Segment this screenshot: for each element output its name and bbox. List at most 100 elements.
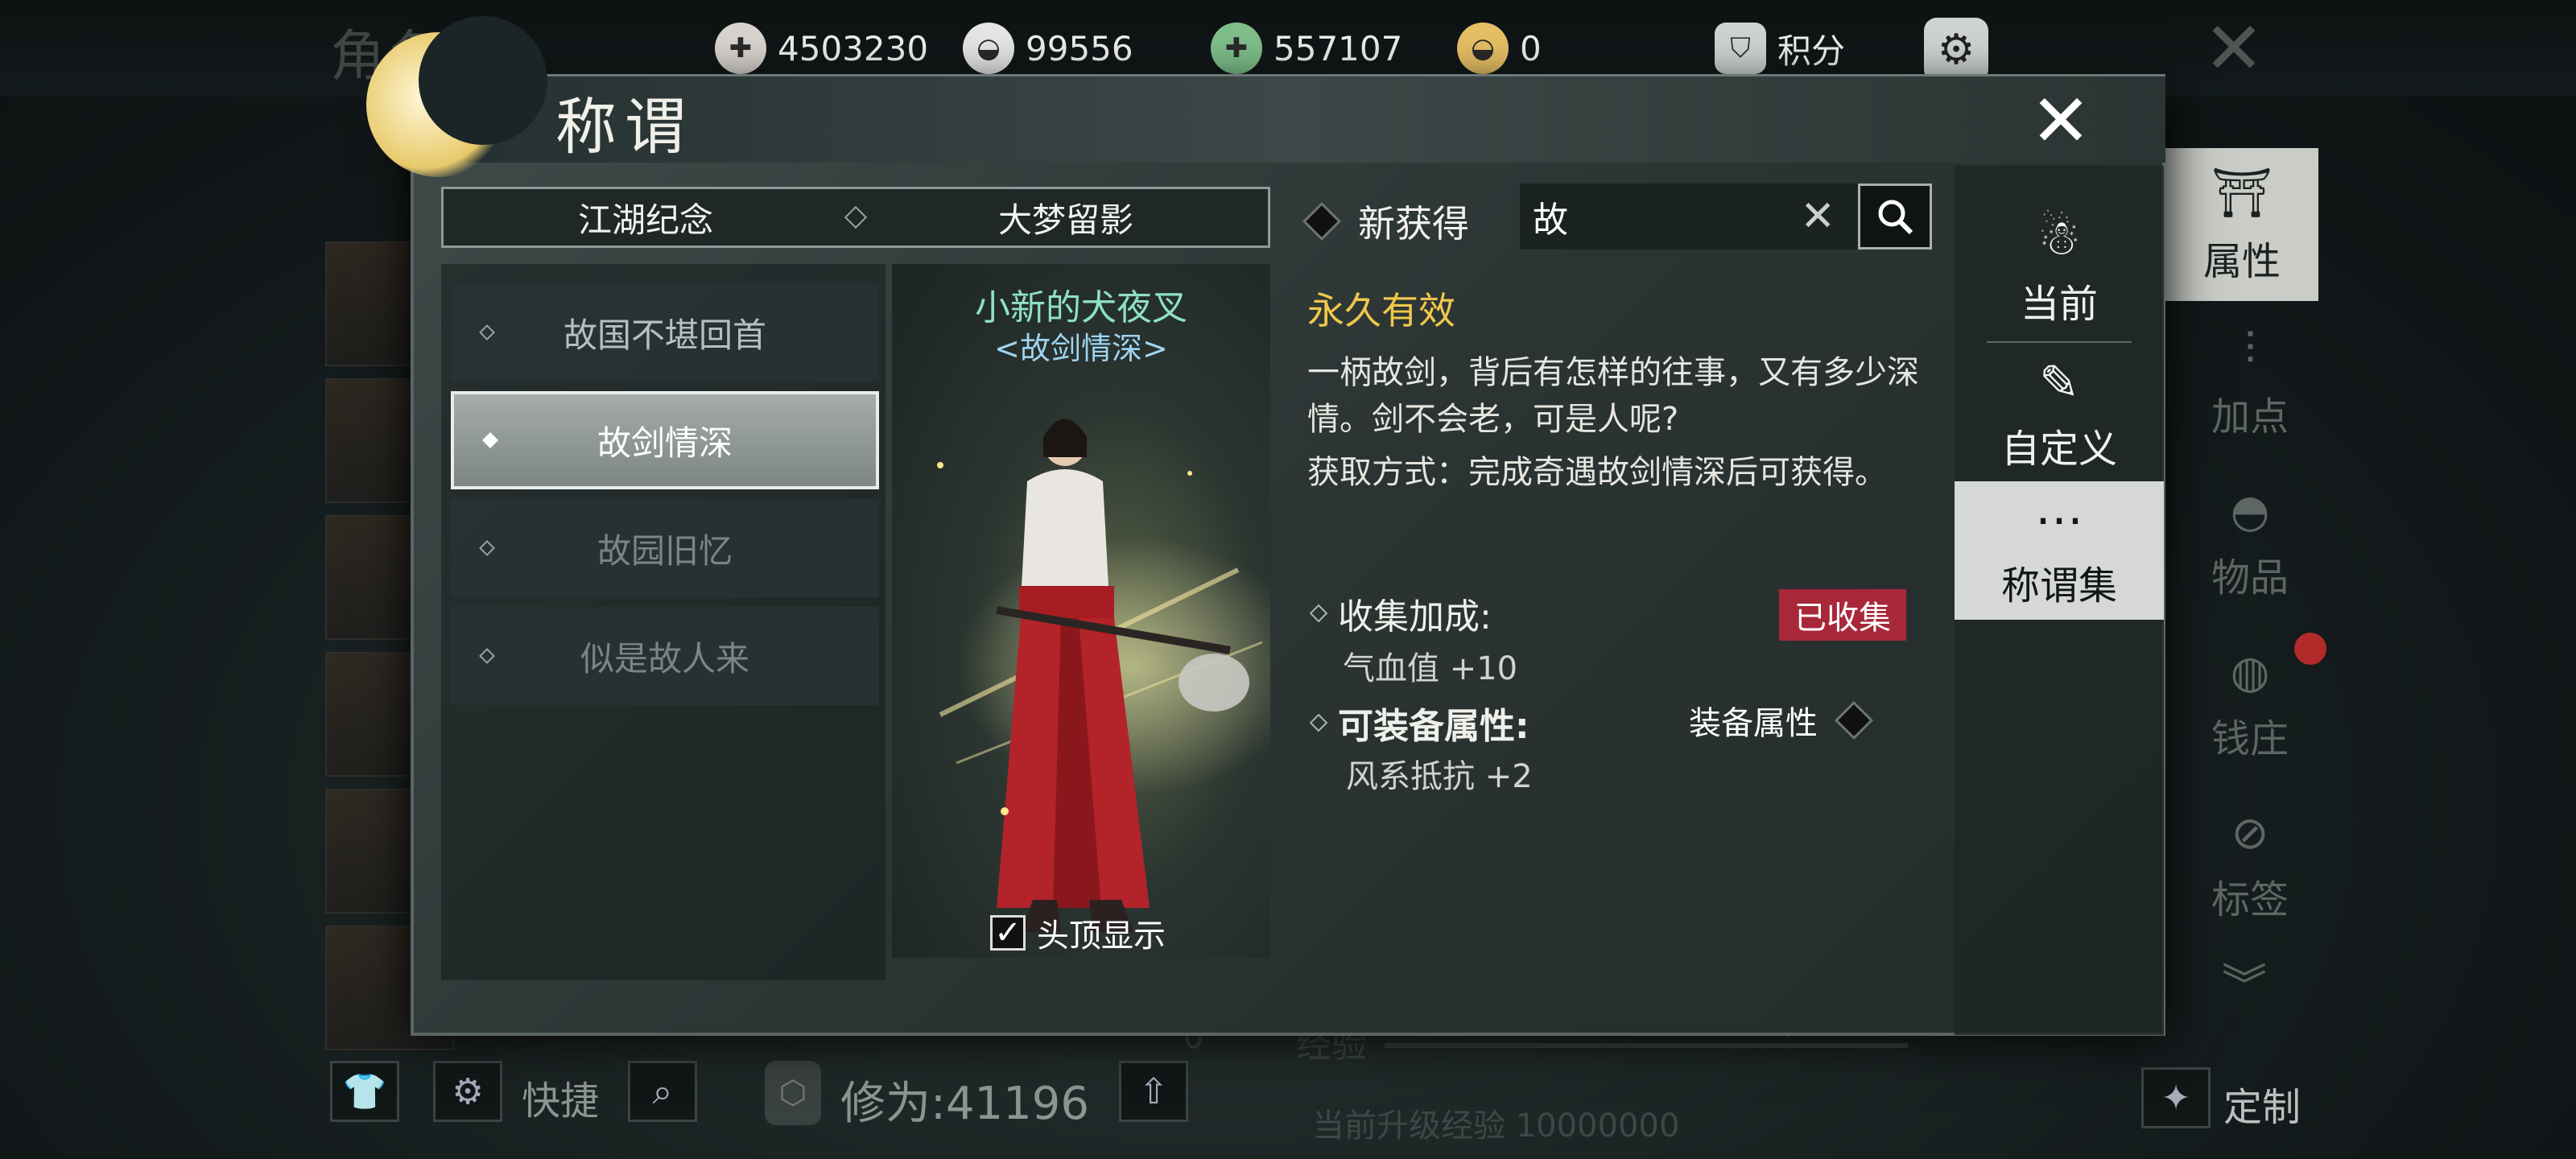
search-icon xyxy=(1878,200,1913,235)
bg-nav-label: 属性 xyxy=(2202,238,2281,284)
character-preview[interactable] xyxy=(892,264,1270,958)
points-button[interactable]: ⛉ 积分 xyxy=(1715,23,1845,74)
list-item-label: 故剑情深 xyxy=(597,423,733,463)
silver-ingot-icon: ◒ xyxy=(963,23,1014,74)
money-bag-icon: ◍ xyxy=(2230,645,2270,699)
currency-value: 4503230 xyxy=(778,28,929,68)
game-screen: ✚ 4503230 ◒ 99556 ✚ 557107 ◒ 0 ⛉ 积分 ⚙ ✕ … xyxy=(0,0,2576,1159)
bg-nav-attributes[interactable]: ⛩ 属性 xyxy=(2165,148,2318,301)
equip-label: 可装备属性: xyxy=(1338,706,1530,747)
new-get-label: 新获得 xyxy=(1358,202,1469,245)
coin-plus-icon: ✚ xyxy=(715,23,766,74)
nav-title-collection[interactable]: ⋯ 称谓集 xyxy=(1955,481,2164,620)
search-button[interactable] xyxy=(1858,184,1932,250)
shield-icon: ⛉ xyxy=(1715,23,1766,74)
clear-icon[interactable]: ✕ xyxy=(1800,192,1835,241)
list-item-label: 故园旧忆 xyxy=(597,530,733,571)
modal-side-nav: ☃ 当前 ✎ 自定义 ⋯ 称谓集 xyxy=(1955,166,2164,1035)
bg-nav-items[interactable]: ◓ 物品 xyxy=(2174,467,2326,620)
green-ticket-icon: ✚ xyxy=(1211,23,1262,74)
nav-label: 自定义 xyxy=(2000,427,2117,472)
player-name: 小新的犬夜叉 xyxy=(975,287,1187,328)
bg-nav-label: 物品 xyxy=(2211,555,2289,600)
diamond-icon xyxy=(482,432,498,448)
bag-icon: ◓ xyxy=(2230,485,2270,538)
nav-current[interactable]: ☃ 当前 xyxy=(1955,200,2164,338)
outfit-icon[interactable]: 👕 xyxy=(330,1061,399,1122)
equip-toggle-label: 装备属性 xyxy=(1689,705,1818,742)
diamond-checkbox-icon xyxy=(1302,201,1342,241)
scroll-icon: ⋯ xyxy=(2035,492,2083,548)
currency-gold[interactable]: ◒ 0 xyxy=(1457,23,1542,74)
small-diamond-icon xyxy=(1309,604,1328,623)
tab-dream[interactable]: 大梦留影 xyxy=(864,193,1268,242)
currency-value: 0 xyxy=(1520,28,1542,68)
collect-value: 气血值 +10 xyxy=(1343,650,1518,687)
settings-gear-icon[interactable]: ⚙ xyxy=(1924,18,1988,82)
tab-jianghu[interactable]: 江湖纪念 xyxy=(444,193,848,242)
currency-coins[interactable]: ✚ 4503230 xyxy=(715,23,928,74)
list-item-selected[interactable]: 故剑情深 xyxy=(451,391,879,489)
person-icon: ☃ xyxy=(2037,210,2081,266)
cultivation-badge-icon: ⬡ xyxy=(765,1061,821,1125)
list-item-label: 故国不堪回首 xyxy=(563,315,766,355)
collected-badge: 已收集 xyxy=(1779,589,1906,641)
search-input[interactable]: 故 ✕ xyxy=(1520,184,1858,250)
bg-nav-label: 加点 xyxy=(2211,394,2289,439)
new-get-toggle[interactable]: 新获得 xyxy=(1302,195,1469,248)
moon-shadow xyxy=(419,16,547,145)
nav-label: 称谓集 xyxy=(2000,563,2117,608)
bg-nav-tags[interactable]: ⊘ 标签 xyxy=(2174,789,2326,942)
currency-ticket[interactable]: ✚ 557107 xyxy=(1211,23,1402,74)
checkmark-icon: ✓ xyxy=(990,914,1026,951)
obtain-text: 获取方式：完成奇遇故剑情深后可获得。 xyxy=(1307,454,1887,491)
bg-nav-label: 标签 xyxy=(2211,876,2289,922)
sliders-icon: ⫶ xyxy=(2244,324,2256,376)
brush-icon: ✎ xyxy=(2038,355,2080,411)
up-arrow-icon[interactable]: ⇧ xyxy=(1119,1061,1188,1122)
gold-ingot-icon: ◒ xyxy=(1457,23,1509,74)
magic-wand-icon[interactable]: ✦ xyxy=(2141,1067,2211,1128)
currency-value: 557107 xyxy=(1274,28,1403,68)
diamond-icon xyxy=(479,540,495,556)
diamond-icon xyxy=(479,324,495,340)
list-item[interactable]: 故国不堪回首 xyxy=(451,283,879,382)
category-tabs: 江湖纪念 大梦留影 xyxy=(441,187,1270,248)
customize-label[interactable]: 定制 xyxy=(2223,1075,2301,1132)
bg-nav-label: 钱庄 xyxy=(2211,716,2289,761)
list-item[interactable]: 似是故人来 xyxy=(451,607,879,705)
currency-silver[interactable]: ◒ 99556 xyxy=(963,23,1133,74)
search-value: 故 xyxy=(1533,200,1568,241)
equip-value: 风系抵抗 +2 xyxy=(1346,758,1533,795)
cultivation-value: 修为:41196 xyxy=(840,1078,1090,1130)
list-item-label: 似是故人来 xyxy=(580,638,749,678)
list-item[interactable]: 故园旧忆 xyxy=(451,499,879,597)
character-figure xyxy=(937,419,1270,932)
bg-nav-points[interactable]: ⫶ 加点 xyxy=(2174,306,2326,459)
bg-side-nav: ⛩ 属性 ⫶ 加点 ◓ 物品 ◍ 钱庄 ⊘ 标签 ︾ xyxy=(2165,145,2326,1079)
bg-close-icon[interactable]: ✕ xyxy=(2190,6,2278,91)
duration-text: 永久有效 xyxy=(1307,289,1455,332)
notification-dot xyxy=(2294,633,2326,665)
nav-divider xyxy=(1987,341,2132,343)
head-display-checkbox[interactable]: ✓ 头顶显示 xyxy=(990,909,1166,956)
equip-attr-toggle[interactable]: 装备属性 xyxy=(1689,697,1874,744)
shortcut-label[interactable]: 快捷 xyxy=(522,1069,599,1125)
modal-close-icon[interactable]: ✕ xyxy=(2017,79,2105,163)
exp-note: 当前升级经验 10000000 xyxy=(1312,1107,1680,1145)
title-list: 故国不堪回首 故剑情深 故园旧忆 似是故人来 xyxy=(441,264,886,980)
hat-icon: ⛩ xyxy=(2211,164,2273,221)
nav-custom[interactable]: ✎ 自定义 xyxy=(1955,344,2164,483)
chevron-down-icon[interactable]: ︾ xyxy=(2222,950,2267,1015)
title-detail: 永久有效 一柄故剑，背后有怎样的往事，又有多少深情。剑不会老，可是人呢? 获取方… xyxy=(1307,282,1919,496)
search-person-icon[interactable]: ⌕ xyxy=(628,1061,697,1122)
diamond-checkbox-icon xyxy=(1834,700,1874,740)
gear-icon[interactable]: ⚙ xyxy=(433,1061,502,1122)
preview-title: <故剑情深> xyxy=(994,331,1168,366)
tag-icon: ⊘ xyxy=(2231,806,2269,860)
small-diamond-icon xyxy=(1309,713,1328,732)
currency-value: 99556 xyxy=(1026,28,1133,68)
description-text: 一柄故剑，背后有怎样的往事，又有多少深情。剑不会老，可是人呢? xyxy=(1307,354,1919,438)
modal-title: 称谓 xyxy=(555,91,694,163)
equip-attr-row: 可装备属性: xyxy=(1309,697,1530,749)
